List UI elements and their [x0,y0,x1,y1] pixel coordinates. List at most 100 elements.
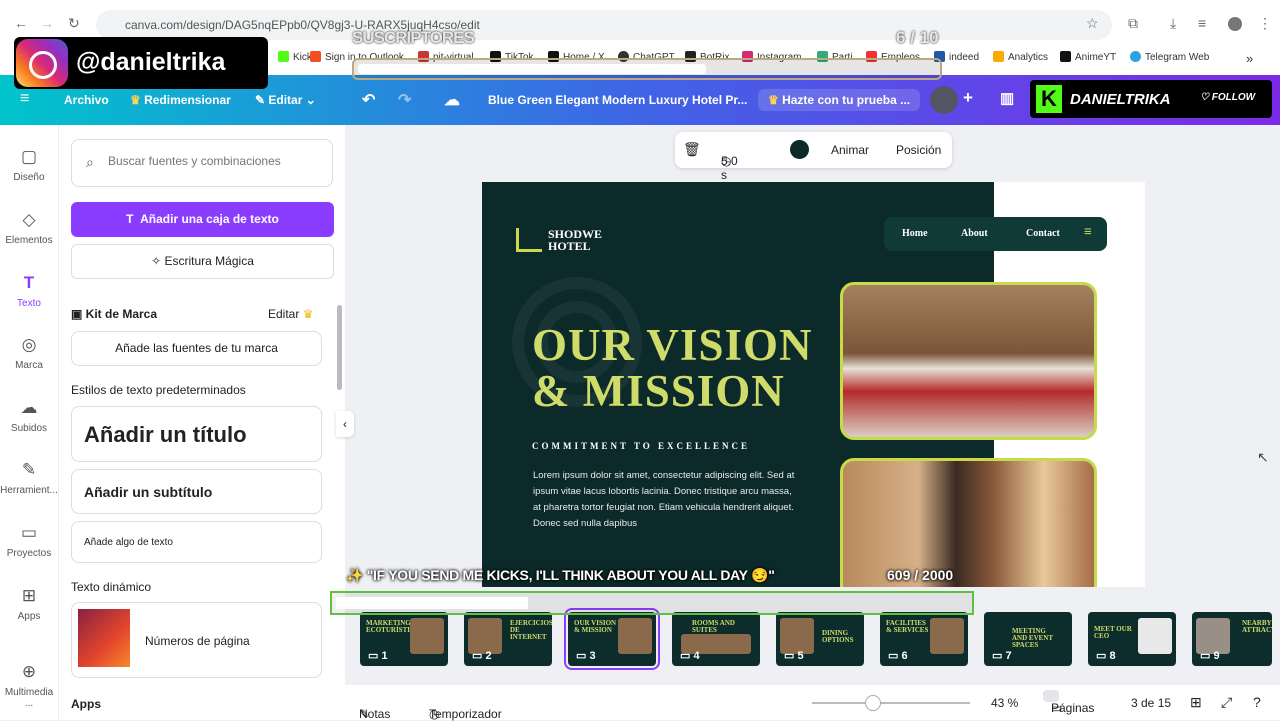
brand-kit-icon: ▣ [71,307,86,321]
magic-wand-icon: ✧ [151,254,165,268]
slide-subheading[interactable]: COMMITMENT TO EXCELLENCE [532,441,750,451]
comment-icon: ▭ [1200,650,1214,662]
add-title-card[interactable]: Añadir un título [71,406,322,462]
add-body-card[interactable]: Añade algo de texto [71,521,322,563]
brand-fonts-button[interactable]: Añade las fuentes de tu marca [71,331,322,366]
collapse-panel-icon[interactable]: ‹ [336,411,354,437]
page-thumbnail[interactable]: MEETING AND EVENT SPACES ▭ 7 [984,612,1072,666]
slide-nav-contact[interactable]: Contact [1026,228,1060,239]
page-thumbnail[interactable]: MEET OUR CEO ▭ 8 [1088,612,1176,666]
font-search-box[interactable]: ⌕ [71,139,333,187]
file-menu[interactable]: Archivo [64,93,109,107]
rail-design[interactable]: ▢ Diseño [0,147,58,183]
rail-text[interactable]: T Texto [0,273,58,309]
pages-toggle[interactable]: ▭ Páginas [1043,690,1094,715]
profile-avatar[interactable] [1228,17,1242,31]
user-avatar[interactable] [930,86,958,114]
crown-icon: ♛ [768,93,783,107]
slide-nav-about[interactable]: About [961,228,988,239]
insights-icon[interactable]: ▥ [1000,89,1014,107]
trial-button[interactable]: ♛ Hazte con tu prueba ... [758,89,921,111]
comment-icon: ▭ [1096,650,1110,662]
comment-icon: ▭ [576,650,590,662]
chevron-down-icon: ⌄ [305,93,316,107]
slide-body[interactable]: Lorem ipsum dolor sit amet, consectetur … [533,468,798,532]
position-button[interactable]: Posición [896,143,941,157]
font-search-input[interactable] [108,154,318,168]
grid-view-icon[interactable]: ⊞ [1190,694,1202,711]
slide-canvas[interactable]: SHODWE HOTEL Home About Contact ≡ OUR VI… [482,182,1145,587]
slide-menu-icon[interactable]: ≡ [1084,225,1092,241]
footer-bar: ✎ Notas ◷ Temporizador 43 % ▭ Páginas 3 … [345,685,1280,721]
zoom-level[interactable]: 43 % [991,696,1018,710]
slide-brand[interactable]: SHODWE HOTEL [516,228,608,252]
panel-scrollbar[interactable] [337,305,342,390]
trash-icon[interactable]: 🗑 [683,141,701,158]
media-icon[interactable]: ≡ [1198,15,1206,31]
star-icon[interactable]: ☆ [1086,15,1099,32]
page-thumbnail[interactable]: ROOMS AND SUITES ▭ 4 [672,612,760,666]
brand-kit-edit-link[interactable]: Editar ♛ [268,307,313,321]
rail-tools[interactable]: ✎ Herramient... [0,460,58,496]
zoom-slider-handle[interactable] [865,695,881,711]
rail-apps[interactable]: ⊞ Apps [0,586,58,622]
rail-uploads[interactable]: ☁ Subidos [0,398,58,434]
undo-icon[interactable]: ↶ [362,90,375,110]
page-thumbnail[interactable]: EJERCICIOS DE INTERNET ▭ 2 [464,612,552,666]
kick-goal-count: 609 / 2000 [887,567,954,583]
forward-icon[interactable]: → [40,15,54,31]
comment-icon: ▭ [992,650,1006,662]
rail-brand[interactable]: ◎ Marca [0,335,58,371]
help-icon[interactable]: ? [1253,694,1261,710]
page-numbers-card[interactable]: Números de página [71,602,322,678]
download-icon[interactable]: ⤓ [1170,15,1176,32]
people-image[interactable] [840,458,1097,587]
brand-kit-heading: ▣ Kit de Marca [71,307,158,321]
instagram-overlay: @danieltrika [14,37,268,89]
bookmark-animeyt[interactable]: AnimeYT [1060,51,1116,63]
page-number: ▭ 4 [680,650,700,662]
add-collaborator-icon[interactable]: + [963,88,973,108]
subscribers-count: 6 / 10 [896,28,939,47]
page-thumbnail[interactable]: DINING OPTIONS ▭ 5 [776,612,864,666]
instagram-icon [16,39,68,87]
design-title[interactable]: Blue Green Elegant Modern Luxury Hotel P… [488,93,747,107]
edit-menu[interactable]: ✎ Editar ⌄ [255,93,316,107]
menu-dots-icon[interactable]: ⋮ [1258,15,1272,32]
back-icon[interactable]: ← [14,15,28,31]
slide-nav-home[interactable]: Home [902,228,928,239]
thumbnail-image [618,618,652,654]
hamburger-icon[interactable]: ≡ [20,90,29,108]
extensions-icon[interactable]: ⧉ [1128,15,1138,32]
animate-button[interactable]: Animar [831,143,869,157]
page-number: ▭ 6 [888,650,908,662]
zoom-slider[interactable] [812,702,970,704]
bookmark-telegram[interactable]: Telegram Web [1130,51,1209,63]
page-thumbnail[interactable]: MARKETING ECOTURÍSTICO ▭ 1 [360,612,448,666]
page-thumbnail[interactable]: NEARBY ATTRACTIONS▭ 9 [1192,612,1272,666]
add-subtitle-card[interactable]: Añadir un subtítulo [71,469,322,514]
resize-button[interactable]: ♛ Redimensionar [130,93,231,107]
page-thumbnail[interactable]: FACILITIES & SERVICES ▭ 6 [880,612,968,666]
redo-icon[interactable]: ↷ [398,90,411,110]
apps-heading: Apps [71,697,101,711]
crown-icon: ♛ [299,307,314,321]
rail-elements[interactable]: ◇ Elementos [0,210,58,246]
rail-projects[interactable]: ▭ Proyectos [0,523,58,559]
subscriber-goal-overlay: SUSCRIPTORES 6 / 10 [350,26,944,88]
color-swatch[interactable] [790,140,809,159]
fullscreen-icon[interactable]: ⤢ [1221,694,1232,711]
bedroom-image[interactable] [840,282,1097,440]
slide-nav: Home About Contact ≡ [884,217,1107,251]
bookmark-analytics[interactable]: Analytics [993,51,1048,63]
kick-goal-message: ✨ "IF YOU SEND ME KICKS, I'LL THINK ABOU… [346,567,775,583]
magic-write-button[interactable]: ✧ Escritura Mágica [71,244,334,279]
page-thumbnail-selected[interactable]: OUR VISION & MISSION ▭ 3 [564,608,660,670]
brand-icon: ◎ [21,335,37,354]
add-textbox-button[interactable]: T Añadir una caja de texto [71,202,334,237]
more-bookmarks-icon[interactable]: » [1246,51,1253,66]
bookmark-kick[interactable]: Kick [278,51,312,63]
rail-media[interactable]: ⊕ Multimedia ... [0,662,58,709]
slide-heading[interactable]: OUR VISION & MISSION [532,322,812,414]
reload-icon[interactable]: ↻ [68,15,80,32]
